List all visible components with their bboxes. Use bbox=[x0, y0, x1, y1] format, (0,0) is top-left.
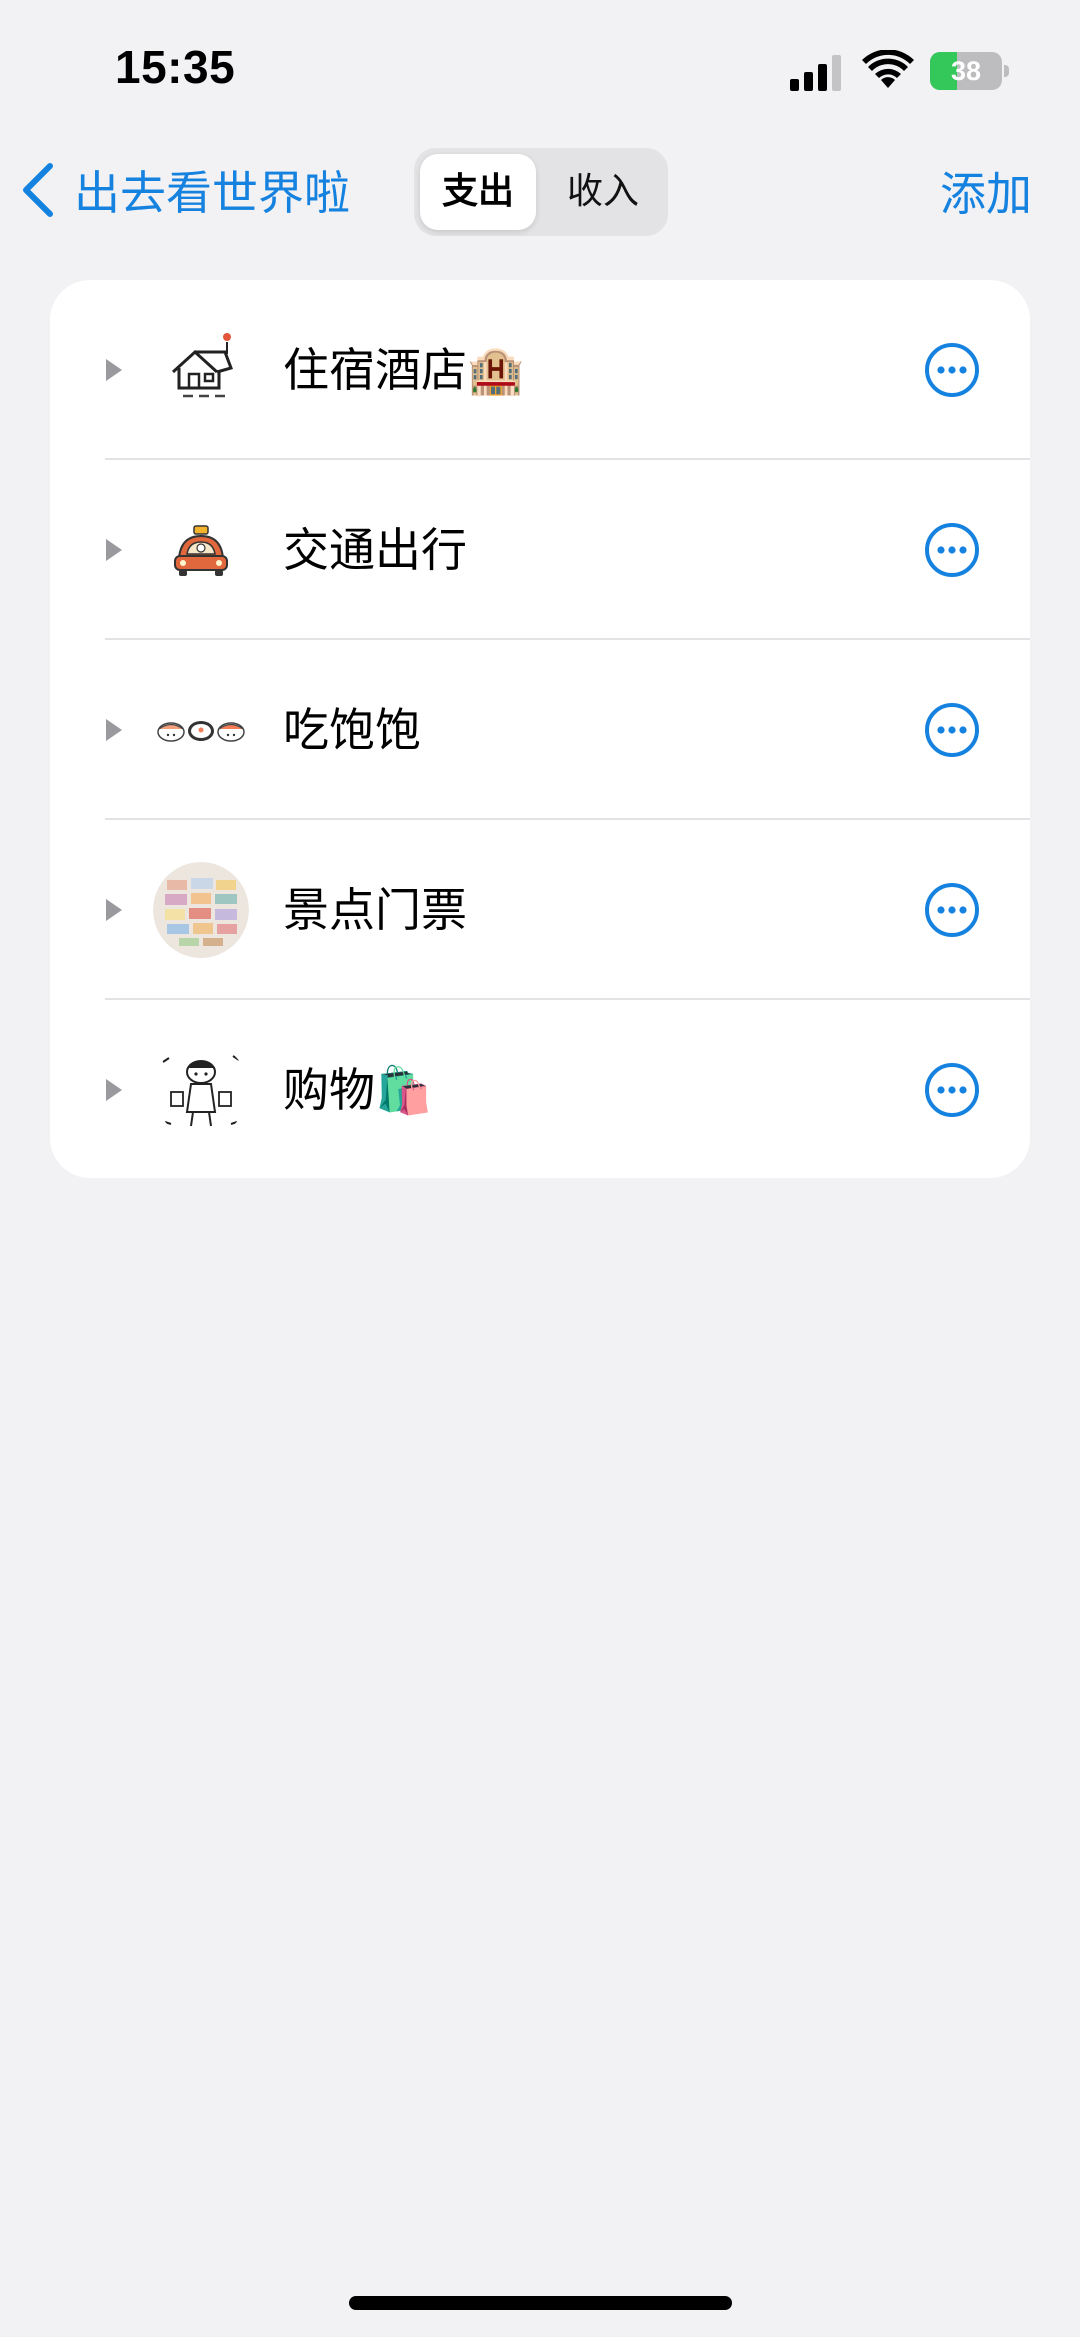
category-row-food[interactable]: 吃饱饱 bbox=[50, 640, 1030, 820]
sushi-icon bbox=[153, 682, 249, 778]
category-label: 交通出行 bbox=[283, 523, 467, 577]
category-list: 住宿酒店🏨 交通出行 吃饱饱 景点门票 购物🛍️ bbox=[50, 280, 1030, 1178]
category-label: 住宿酒店🏨 bbox=[283, 343, 525, 397]
add-button[interactable]: 添加 bbox=[940, 158, 1032, 224]
status-time: 15:35 bbox=[115, 41, 236, 93]
category-label: 吃饱饱 bbox=[283, 703, 421, 757]
battery-tip bbox=[1004, 65, 1009, 77]
house-sketch-icon bbox=[153, 322, 249, 418]
shopping-girl-icon bbox=[153, 1042, 249, 1138]
back-label: 出去看世界啦 bbox=[74, 166, 350, 220]
segment-income[interactable]: 收入 bbox=[545, 154, 661, 230]
navigation-bar: 出去看世界啦 支出 收入 添加 bbox=[0, 140, 1080, 240]
battery-indicator: 38 bbox=[930, 52, 1010, 90]
disclosure-triangle-icon[interactable] bbox=[106, 359, 122, 381]
more-options-icon[interactable] bbox=[924, 882, 980, 938]
disclosure-triangle-icon[interactable] bbox=[106, 539, 122, 561]
battery-level: 38 bbox=[950, 56, 982, 86]
back-button[interactable]: 出去看世界啦 bbox=[20, 158, 350, 222]
tickets-icon bbox=[153, 862, 249, 958]
taxi-icon bbox=[153, 502, 249, 598]
cellular-signal-icon bbox=[790, 55, 841, 91]
category-row-transport[interactable]: 交通出行 bbox=[50, 460, 1030, 640]
more-options-icon[interactable] bbox=[924, 702, 980, 758]
chevron-left-icon bbox=[23, 163, 53, 217]
wifi-icon bbox=[862, 50, 914, 88]
home-indicator[interactable] bbox=[349, 2296, 732, 2310]
category-label: 景点门票 bbox=[283, 883, 467, 937]
disclosure-triangle-icon[interactable] bbox=[106, 719, 122, 741]
expense-income-segmented-control: 支出 收入 bbox=[414, 148, 668, 236]
more-options-icon[interactable] bbox=[924, 522, 980, 578]
category-row-tickets[interactable]: 景点门票 bbox=[50, 820, 1030, 1000]
segment-expense[interactable]: 支出 bbox=[420, 154, 536, 230]
disclosure-triangle-icon[interactable] bbox=[106, 899, 122, 921]
category-row-shopping[interactable]: 购物🛍️ bbox=[50, 1000, 1030, 1178]
status-bar: 15:35 38 bbox=[0, 0, 1080, 140]
disclosure-triangle-icon[interactable] bbox=[106, 1079, 122, 1101]
more-options-icon[interactable] bbox=[924, 342, 980, 398]
category-label: 购物🛍️ bbox=[283, 1063, 433, 1117]
category-row-hotel[interactable]: 住宿酒店🏨 bbox=[50, 280, 1030, 460]
more-options-icon[interactable] bbox=[924, 1062, 980, 1118]
